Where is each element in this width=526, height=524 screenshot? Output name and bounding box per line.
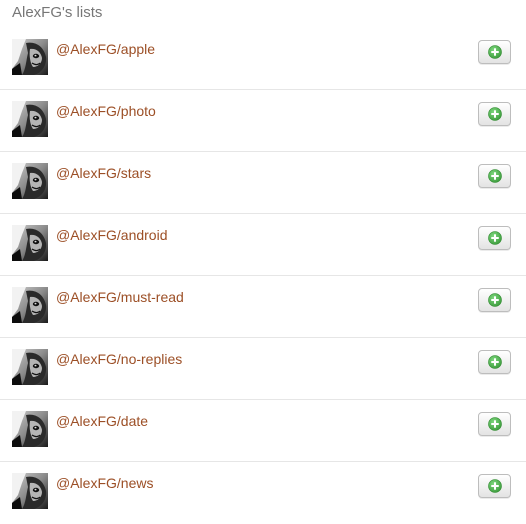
lists-container: @AlexFG/apple @AlexFG/photo @AlexFG/star… (0, 28, 526, 524)
avatar[interactable] (12, 101, 48, 137)
plus-circle-icon (487, 231, 502, 245)
list-item: @AlexFG/apple (0, 28, 526, 90)
plus-circle-icon (487, 355, 502, 369)
plus-circle-icon (487, 479, 502, 493)
avatar-image (12, 163, 48, 199)
plus-circle-icon (487, 107, 502, 121)
follow-list-button[interactable] (478, 288, 511, 312)
follow-list-button[interactable] (478, 226, 511, 250)
list-link-5[interactable]: @AlexFG/no-replies (56, 351, 182, 367)
avatar[interactable] (12, 411, 48, 447)
list-link-3[interactable]: @AlexFG/android (56, 227, 167, 243)
avatar[interactable] (12, 225, 48, 261)
list-item: @AlexFG/date (0, 400, 526, 462)
list-link-1[interactable]: @AlexFG/photo (56, 103, 156, 119)
list-item: @AlexFG/no-replies (0, 338, 526, 400)
follow-list-button[interactable] (478, 350, 511, 374)
list-item: @AlexFG/must-read (0, 276, 526, 338)
list-item: @AlexFG/android (0, 214, 526, 276)
avatar-image (12, 225, 48, 261)
follow-list-button[interactable] (478, 40, 511, 64)
avatar-image (12, 349, 48, 385)
plus-circle-icon (487, 417, 502, 431)
list-item: @AlexFG/photo (0, 90, 526, 152)
list-link-0[interactable]: @AlexFG/apple (56, 41, 155, 57)
avatar[interactable] (12, 39, 48, 75)
follow-list-button[interactable] (478, 474, 511, 498)
page-title: AlexFG's lists (12, 4, 103, 21)
list-link-6[interactable]: @AlexFG/date (56, 413, 148, 429)
list-item: @AlexFG/news (0, 462, 526, 524)
plus-circle-icon (487, 45, 502, 59)
list-link-7[interactable]: @AlexFG/news (56, 475, 153, 491)
avatar-image (12, 39, 48, 75)
avatar-image (12, 101, 48, 137)
plus-circle-icon (487, 293, 502, 307)
follow-list-button[interactable] (478, 164, 511, 188)
list-item: @AlexFG/stars (0, 152, 526, 214)
avatar[interactable] (12, 287, 48, 323)
avatar[interactable] (12, 349, 48, 385)
list-link-2[interactable]: @AlexFG/stars (56, 165, 151, 181)
follow-list-button[interactable] (478, 102, 511, 126)
avatar-image (12, 473, 48, 509)
avatar[interactable] (12, 473, 48, 509)
avatar-image (12, 411, 48, 447)
list-link-4[interactable]: @AlexFG/must-read (56, 289, 184, 305)
follow-list-button[interactable] (478, 412, 511, 436)
plus-circle-icon (487, 169, 502, 183)
avatar[interactable] (12, 163, 48, 199)
avatar-image (12, 287, 48, 323)
